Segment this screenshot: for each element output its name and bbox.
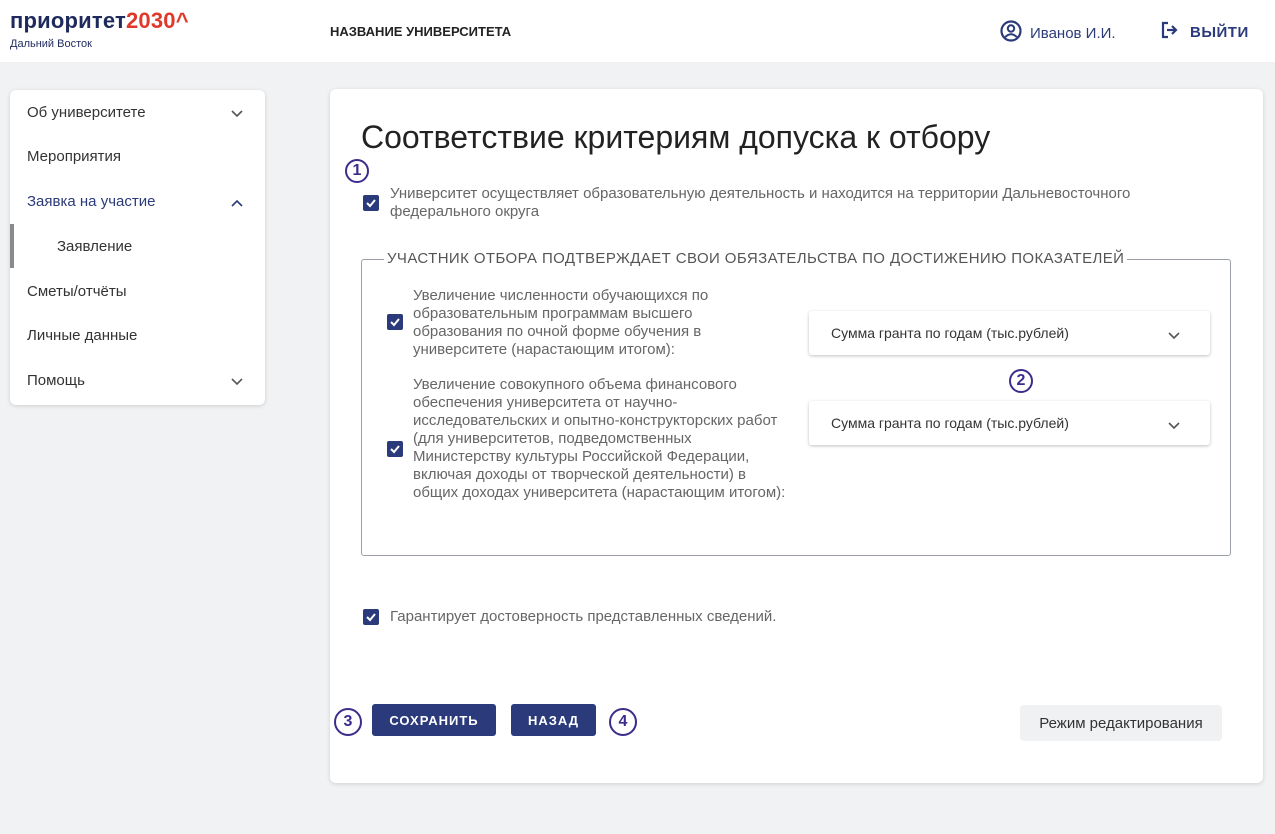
guarantee-label: Гарантирует достоверность представленных… bbox=[390, 608, 777, 625]
sidebar-item-label: Заявка на участие bbox=[27, 192, 156, 210]
indicator-2-label: Увеличение совокупного объема финансовог… bbox=[413, 376, 786, 501]
annotation-badge-2: 2 bbox=[1009, 369, 1033, 393]
top-header: приоритет2030^ Дальний Восток НАЗВАНИЕ У… bbox=[0, 0, 1275, 62]
criterion-1-checkbox[interactable] bbox=[363, 195, 379, 211]
chevron-down-icon bbox=[1168, 327, 1180, 343]
sidebar-item-label: Личные данные bbox=[27, 326, 138, 344]
indicators-fieldset: УЧАСТНИК ОТБОРА ПОДТВЕРЖДАЕТ СВОИ ОБЯЗАТ… bbox=[361, 250, 1231, 556]
logo-subtitle: Дальний Восток bbox=[10, 38, 92, 50]
sidebar-item-statement[interactable]: Заявление bbox=[10, 224, 265, 268]
annotation-badge-1: 1 bbox=[345, 159, 369, 183]
logout-label: ВЫЙТИ bbox=[1190, 23, 1249, 41]
logo-text: приоритет bbox=[10, 8, 126, 33]
sidebar-item-about[interactable]: Об университете bbox=[10, 90, 265, 134]
page-title: Соответствие критериям допуска к отбору bbox=[361, 119, 991, 155]
sidebar-item-label: Мероприятия bbox=[27, 147, 122, 165]
edit-mode-button[interactable]: Режим редактирования bbox=[1020, 705, 1222, 741]
criterion-1-label: Университет осуществляет образовательную… bbox=[390, 185, 1131, 220]
sidebar-item-help[interactable]: Помощь bbox=[10, 358, 265, 402]
sidebar-item-label: Об университете bbox=[27, 103, 146, 121]
chevron-up-icon bbox=[231, 194, 243, 211]
sidebar-item-label: Помощь bbox=[27, 371, 85, 389]
chevron-down-icon bbox=[1168, 417, 1180, 433]
back-button[interactable]: НАЗАД bbox=[511, 704, 596, 736]
grant-amount-dropdown-1[interactable]: Сумма гранта по годам (тыс.рублей) bbox=[809, 311, 1210, 355]
sidebar-item-estimates[interactable]: Сметы/отчёты bbox=[10, 269, 265, 313]
sidebar-item-events[interactable]: Мероприятия bbox=[10, 134, 265, 178]
active-indicator bbox=[10, 224, 14, 268]
chevron-down-icon bbox=[231, 105, 243, 122]
user-name: Иванов И.И. bbox=[1030, 24, 1116, 42]
grant-amount-dropdown-2[interactable]: Сумма гранта по годам (тыс.рублей) bbox=[809, 401, 1210, 445]
chevron-down-icon bbox=[231, 373, 243, 390]
logo[interactable]: приоритет2030^ Дальний Восток bbox=[10, 8, 189, 50]
logout-button[interactable]: ВЫЙТИ bbox=[1160, 20, 1249, 44]
university-name: НАЗВАНИЕ УНИВЕРСИТЕТА bbox=[330, 24, 512, 39]
annotation-badge-4: 4 bbox=[609, 708, 637, 736]
annotation-badge-3: 3 bbox=[334, 708, 362, 736]
fieldset-legend: УЧАСТНИК ОТБОРА ПОДТВЕРЖДАЕТ СВОИ ОБЯЗАТ… bbox=[384, 250, 1128, 267]
indicator-1-label: Увеличение численности обучающихся по об… bbox=[413, 287, 709, 358]
save-button[interactable]: СОХРАНИТЬ bbox=[372, 704, 496, 736]
main-card: Соответствие критериям допуска к отбору … bbox=[330, 89, 1263, 783]
user-circle-icon bbox=[1000, 20, 1022, 46]
sidebar-item-personal-data[interactable]: Личные данные bbox=[10, 313, 265, 357]
dropdown-value: Сумма гранта по годам (тыс.рублей) bbox=[831, 415, 1069, 431]
guarantee-checkbox[interactable] bbox=[363, 609, 379, 625]
indicator-1-checkbox[interactable] bbox=[387, 314, 403, 330]
sidebar-item-label: Сметы/отчёты bbox=[27, 282, 127, 300]
indicator-2-checkbox[interactable] bbox=[387, 441, 403, 457]
dropdown-value: Сумма гранта по годам (тыс.рублей) bbox=[831, 325, 1069, 341]
logo-number: 2030^ bbox=[125, 8, 189, 33]
sidebar-item-application[interactable]: Заявка на участие bbox=[10, 179, 265, 223]
sidebar: Об университете Мероприятия Заявка на уч… bbox=[10, 90, 265, 405]
sidebar-item-label: Заявление bbox=[57, 237, 133, 255]
logout-icon bbox=[1160, 20, 1180, 44]
user-profile[interactable]: Иванов И.И. bbox=[1000, 20, 1116, 46]
